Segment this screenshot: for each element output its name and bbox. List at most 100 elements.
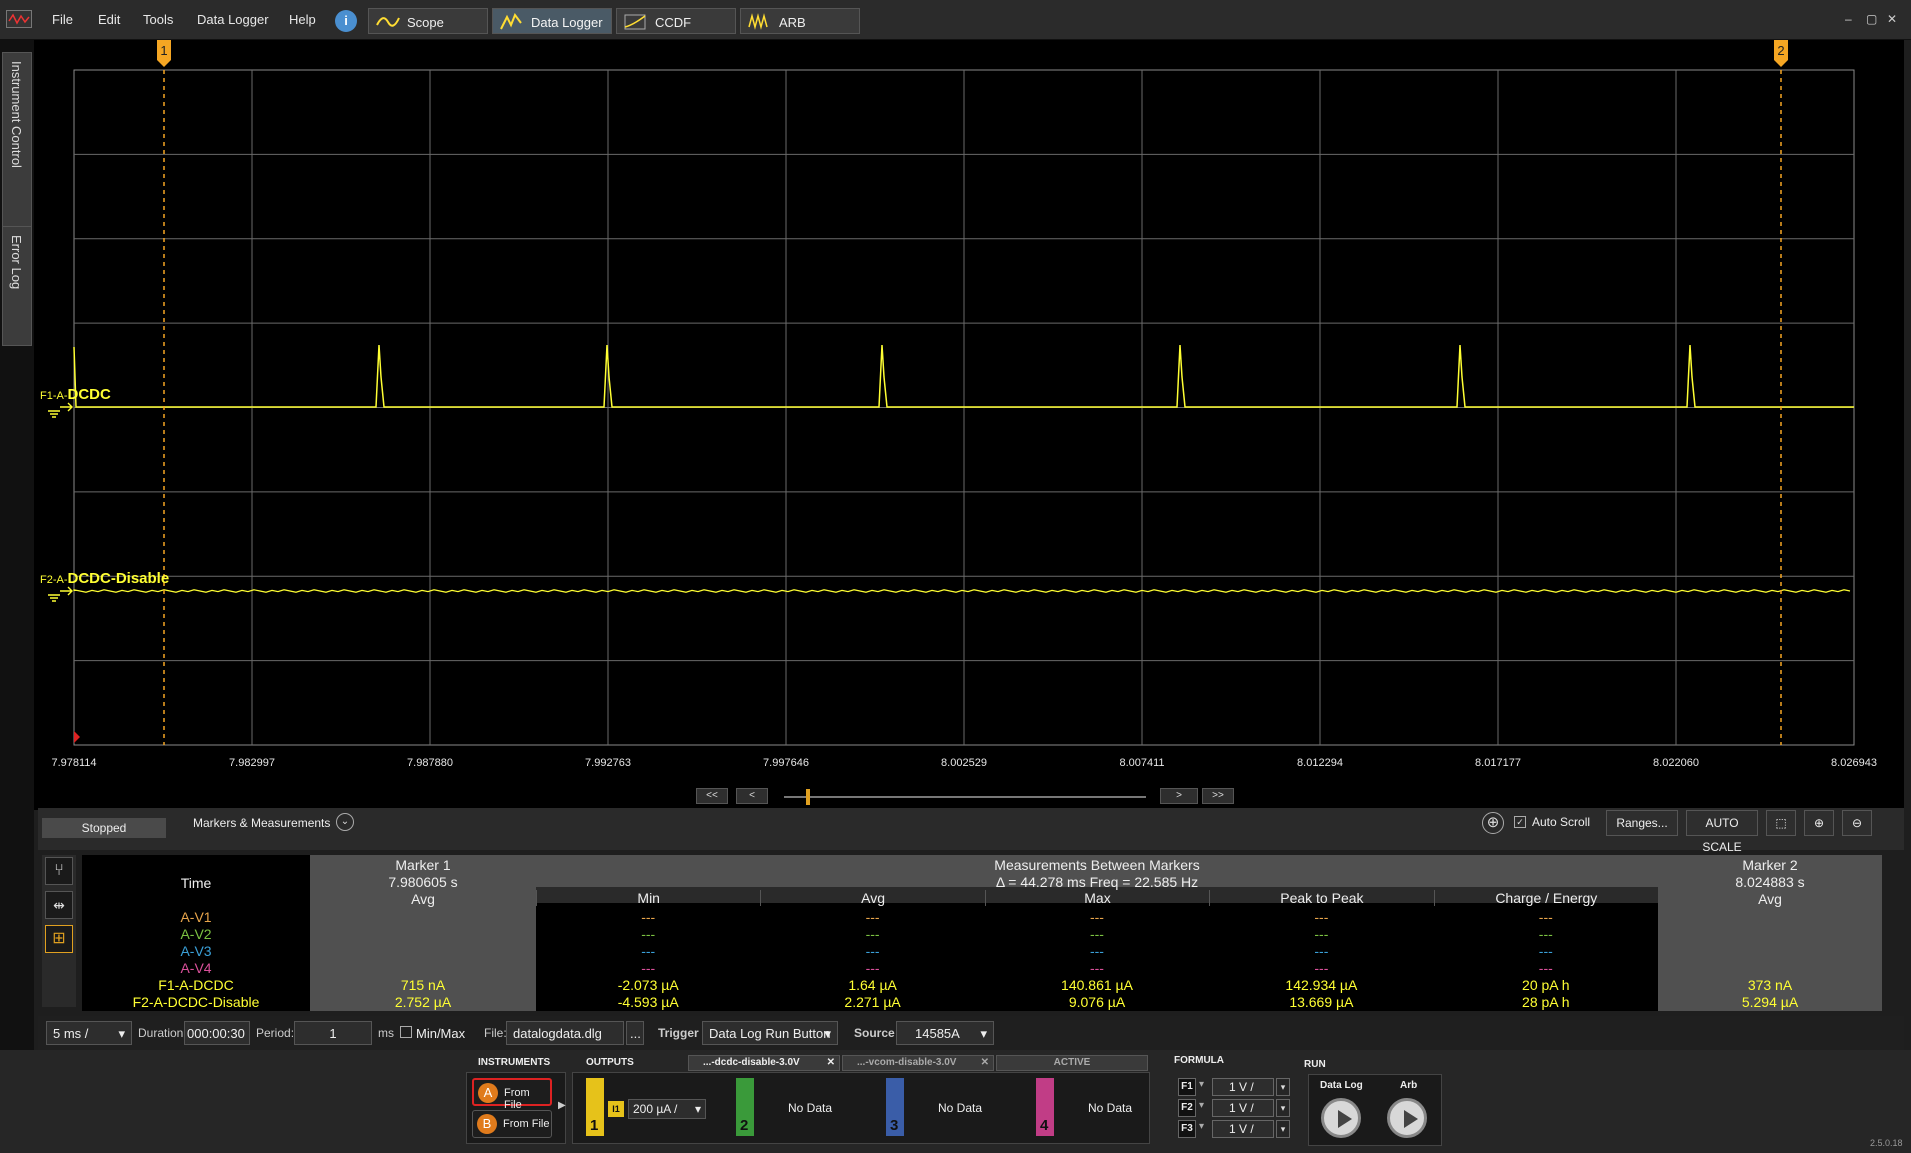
formula-f2-dropdown-icon[interactable]: ▾ [1276, 1099, 1290, 1117]
maximize-button[interactable]: ▢ [1866, 12, 1877, 26]
output-4-bar[interactable]: 4 [1036, 1078, 1054, 1136]
zoom-box-icon[interactable]: ⬚ [1766, 810, 1796, 836]
expand-arrow-icon[interactable]: ▶ [558, 1100, 566, 1111]
formula-f2-tag: F2 [1178, 1099, 1196, 1117]
plot-canvas[interactable]: 12 [34, 40, 1904, 810]
measurement-value: 142.934 µA [1285, 977, 1358, 993]
menu-edit[interactable]: Edit [98, 12, 120, 27]
close-button[interactable]: ✕ [1887, 12, 1897, 26]
minmax-label: Min/Max [416, 1026, 466, 1041]
timebase-select[interactable]: 5 ms / ▾ [46, 1021, 132, 1045]
row-label: F2-A-DCDC-Disable [132, 994, 260, 1010]
output-1-scale-select[interactable]: 200 µA / ▾ [628, 1099, 706, 1119]
menu-file[interactable]: File [52, 12, 73, 27]
formula-f2-row[interactable]: F2 ▾ 1 V / ▾ [1178, 1099, 1290, 1117]
instrument-a-label: From File [504, 1087, 530, 1111]
menu-help[interactable]: Help [289, 12, 316, 27]
period-input[interactable]: 1 [294, 1021, 372, 1045]
scope-wave-icon [376, 17, 400, 27]
active-tab[interactable]: ACTIVE [996, 1055, 1148, 1071]
run-datalog-button[interactable] [1321, 1098, 1361, 1138]
output-3-bar[interactable]: 3 [886, 1078, 904, 1136]
tab-error-log[interactable]: Error Log [2, 226, 32, 346]
trigger-select[interactable]: Data Log Run Button ▾ [702, 1021, 838, 1045]
horizontal-markers-icon[interactable]: ⇹ [45, 891, 73, 919]
zoom-in-icon[interactable]: ⊕ [1804, 810, 1834, 836]
measurement-value: --- [1538, 926, 1553, 942]
scroll-thumb[interactable] [806, 789, 810, 805]
instrument-b-button[interactable]: B From File [472, 1110, 552, 1138]
column-header: Charge / Energy [1433, 890, 1658, 906]
formula-f1-row[interactable]: F1 ▾ 1 V / ▾ [1178, 1078, 1290, 1096]
tab-instrument-control[interactable]: Instrument Control [2, 52, 32, 232]
scroll-end-button[interactable]: >> [1202, 788, 1234, 804]
marker-tools: ⑂ ⇹ ⊞ [42, 855, 76, 1007]
tab-arb[interactable]: ARB [740, 8, 860, 34]
output-2-bar[interactable]: 2 [736, 1078, 754, 1136]
row-label: A-V3 [180, 943, 212, 959]
marker-2-pointer [1774, 60, 1788, 67]
formula-f3-scale[interactable]: 1 V / [1212, 1120, 1274, 1138]
output-1-tag: I1 [608, 1101, 624, 1117]
output-4-status: No Data [1088, 1101, 1133, 1115]
formula-f3-dropdown-icon[interactable]: ▾ [1276, 1120, 1290, 1138]
x-tick-label: 7.987880 [407, 757, 453, 769]
formula-f3-tag: F3 [1178, 1120, 1196, 1138]
run-datalog-label: Data Log [1320, 1080, 1363, 1091]
file-tab-dcdc-disable[interactable]: ...-dcdc-disable-3.0V ✕ [688, 1055, 840, 1071]
scroll-start-button[interactable]: << [696, 788, 728, 804]
tab-ccdf[interactable]: CCDF [616, 8, 736, 34]
formula-f1-dropdown-icon[interactable]: ▾ [1276, 1078, 1290, 1096]
auto-scale-button[interactable]: AUTO SCALE [1686, 810, 1758, 854]
output-1-bar[interactable]: 1 [586, 1078, 604, 1136]
marker-probe-icon[interactable]: ⑂ [45, 857, 73, 885]
scroll-left-button[interactable]: < [736, 788, 768, 804]
measurement-value: 28 pA h [1522, 994, 1570, 1010]
x-tick-label: 8.022060 [1653, 757, 1699, 769]
x-tick-label: 7.982997 [229, 757, 275, 769]
minimize-button[interactable]: ‒ [1845, 12, 1852, 26]
markers-measurements-title[interactable]: Markers & Measurements [193, 816, 330, 830]
info-icon[interactable]: i [335, 10, 357, 32]
measurement-value: --- [1538, 960, 1553, 976]
datalogger-icon [500, 13, 522, 30]
tab-data-logger[interactable]: Data Logger [492, 8, 612, 34]
menu-tools[interactable]: Tools [143, 12, 173, 27]
add-marker-icon[interactable]: ⊕ [1482, 812, 1504, 834]
instrument-a-button[interactable]: A From File [472, 1078, 552, 1111]
version-label: 2.5.0.18 [1870, 1138, 1903, 1148]
column-header: Peak to Peak [1209, 890, 1433, 906]
scroll-track[interactable] [784, 796, 1146, 798]
x-tick-label: 8.026943 [1831, 757, 1877, 769]
marker2-avg-label: Avg [1758, 891, 1782, 907]
output-2-status: No Data [788, 1101, 833, 1115]
delta-frequency: Δ = 44.278 ms Freq = 22.585 Hz [995, 874, 1199, 890]
column-header: Min [536, 890, 760, 906]
file-input[interactable]: datalogdata.dlg [506, 1021, 624, 1045]
measurement-value: --- [641, 960, 656, 976]
measurement-value: --- [641, 926, 656, 942]
menu-data-logger[interactable]: Data Logger [197, 12, 269, 27]
grid-markers-icon[interactable]: ⊞ [45, 925, 73, 953]
auto-scroll-checkbox[interactable]: ✓ [1514, 816, 1526, 828]
instrument-a-badge: A [478, 1083, 498, 1103]
scroll-right-button[interactable]: > [1160, 788, 1198, 804]
source-select[interactable]: 14585A ▾ [896, 1021, 994, 1045]
measurement-value: --- [865, 943, 880, 959]
chevron-down-icon[interactable]: ⌄ [336, 813, 354, 831]
zoom-out-icon[interactable]: ⊖ [1842, 810, 1872, 836]
run-title: RUN [1304, 1059, 1326, 1070]
formula-f2-scale[interactable]: 1 V / [1212, 1099, 1274, 1117]
run-arb-button[interactable] [1387, 1098, 1427, 1138]
formula-f3-row[interactable]: F3 ▾ 1 V / ▾ [1178, 1120, 1290, 1138]
measurement-value: 9.076 µA [1068, 994, 1126, 1010]
minmax-checkbox[interactable] [400, 1026, 412, 1038]
app-logo-icon [6, 10, 32, 28]
formula-f1-scale[interactable]: 1 V / [1212, 1078, 1274, 1096]
waveform-plot[interactable]: 12 F1-A-DCDC F2-A-DCDC-Disable 7.978114 7… [34, 40, 1904, 810]
file-tab-vcom-disable[interactable]: ...-vcom-disable-3.0V ✕ [842, 1055, 994, 1071]
duration-input[interactable]: 000:00:30 [184, 1021, 250, 1045]
tab-scope[interactable]: Scope [368, 8, 488, 34]
ranges-button[interactable]: Ranges... [1606, 810, 1678, 836]
browse-button[interactable]: ... [626, 1021, 644, 1045]
